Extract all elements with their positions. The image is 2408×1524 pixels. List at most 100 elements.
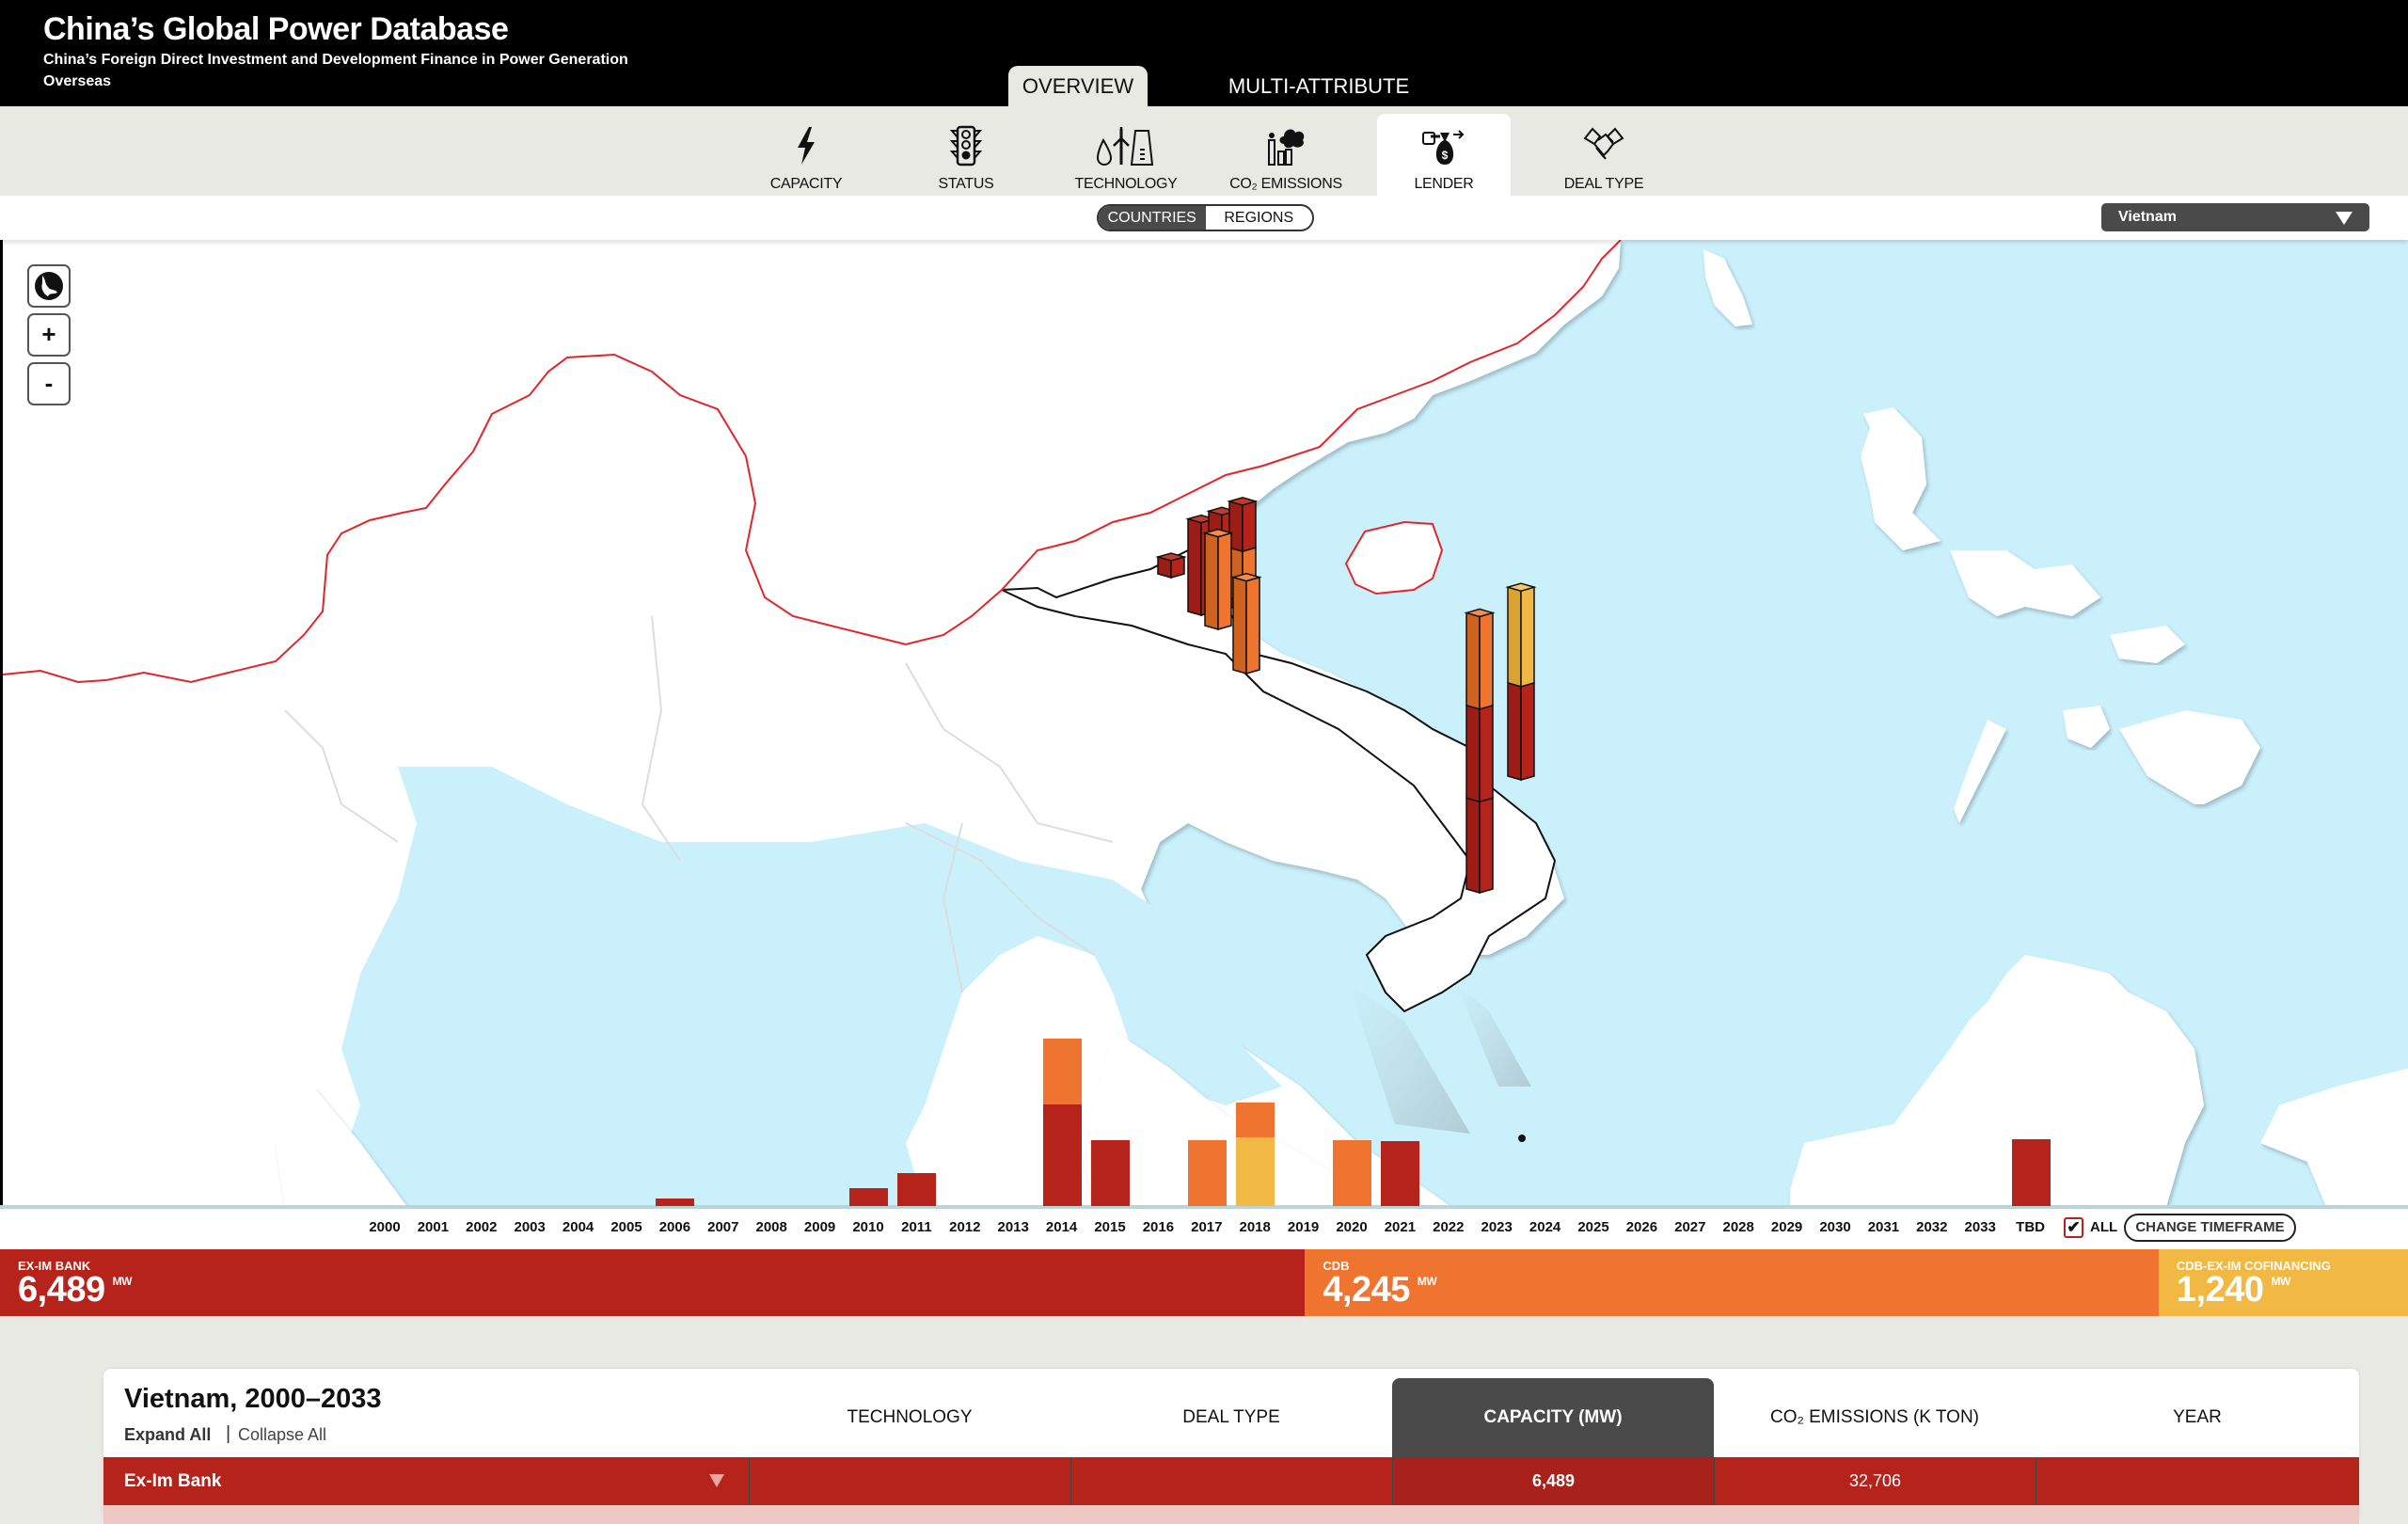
column-header-co2-emissions[interactable]: CO₂ EMISSIONS (K TON): [1714, 1378, 2036, 1457]
year-label-2025[interactable]: 2025: [1569, 1219, 1618, 1235]
lender-totals: EX-IM BANK 6,489 MW CDB 4,245 MW CDB-EX-IM COF…: [0, 1249, 2408, 1316]
map-bar-segment: [1507, 681, 1522, 781]
all-years-checkbox[interactable]: ✔: [2064, 1217, 2083, 1238]
category-deal-type[interactable]: DEAL TYPE: [1537, 114, 1671, 196]
year-label-2028[interactable]: 2028: [1714, 1219, 1763, 1235]
toggle-countries[interactable]: COUNTRIES: [1099, 206, 1206, 230]
category-label: DEAL TYPE: [1563, 176, 1644, 192]
map-bar-segment: [1245, 576, 1260, 675]
column-header-year[interactable]: YEAR: [2036, 1378, 2359, 1457]
year-label-2007[interactable]: 2007: [699, 1219, 748, 1235]
year-label-2008[interactable]: 2008: [747, 1219, 796, 1235]
category-technology[interactable]: TECHNOLOGY: [1059, 114, 1193, 196]
map-bar-segment: [1507, 586, 1522, 688]
year-label-2020[interactable]: 2020: [1327, 1219, 1376, 1235]
collapse-all-link[interactable]: Collapse All: [238, 1425, 326, 1445]
unit-label: MW: [2271, 1275, 2290, 1288]
map-bar-segment: [1479, 611, 1494, 710]
column-header-technology[interactable]: TECHNOLOGY: [749, 1378, 1070, 1457]
lender-total-ex-im-bank[interactable]: EX-IM BANK 6,489 MW: [0, 1249, 1306, 1316]
year-label-2029[interactable]: 2029: [1763, 1219, 1812, 1235]
lender-total-cdb-ex-im-cofinancing[interactable]: CDB-EX-IM COFINANCING 1,240 MW: [2158, 1249, 2408, 1316]
table-row-placeholder: [103, 1505, 2359, 1524]
smokestack-icon: [1268, 129, 1305, 166]
tab-multi-attribute-comparison[interactable]: MULTI-ATTRIBUTE COMPARISON: [1159, 66, 1479, 139]
year-label-2026[interactable]: 2026: [1617, 1219, 1666, 1235]
expand-all-link[interactable]: Expand All: [124, 1425, 211, 1445]
category-toolbar: CAPACITY STATUS TECHNOLOGY CO₂ EMISSIONS…: [0, 106, 2408, 196]
category-lender[interactable]: $ LENDER: [1377, 114, 1511, 196]
change-timeframe-button[interactable]: CHANGE TIMEFRAME: [2124, 1214, 2296, 1242]
year-label-2016[interactable]: 2016: [1133, 1219, 1182, 1235]
year-label-2005[interactable]: 2005: [602, 1219, 651, 1235]
year-label-2014[interactable]: 2014: [1038, 1219, 1086, 1235]
map-view[interactable]: + -: [0, 240, 2408, 1207]
chevron-down-icon: [2336, 212, 2353, 225]
map-bar-segment: [1465, 797, 1481, 894]
year-label-2000[interactable]: 2000: [360, 1219, 409, 1235]
year-label-tbd[interactable]: TBD: [2006, 1219, 2055, 1235]
results-table: Vietnam, 2000–2033 Expand All | Collapse…: [103, 1369, 2359, 1524]
year-label-2030[interactable]: 2030: [1811, 1219, 1860, 1235]
year-label-2031[interactable]: 2031: [1859, 1219, 1908, 1235]
zoom-out-button[interactable]: -: [27, 362, 71, 405]
category-co2-emissions[interactable]: CO₂ EMISSIONS: [1219, 114, 1353, 196]
expand-caret-icon[interactable]: [709, 1474, 724, 1487]
map-bar-southern-tall[interactable]: [1464, 608, 1496, 894]
map-bar-southern-coast[interactable]: [1505, 582, 1537, 781]
map-bar-segment: [1204, 532, 1219, 630]
map-bar-segment: [1232, 576, 1247, 675]
year-label-2018[interactable]: 2018: [1230, 1219, 1279, 1235]
unit-label: MW: [112, 1275, 133, 1288]
year-label-2004[interactable]: 2004: [554, 1219, 603, 1235]
year-label-2022[interactable]: 2022: [1424, 1219, 1473, 1235]
year-label-2021[interactable]: 2021: [1375, 1219, 1424, 1235]
year-label-2012[interactable]: 2012: [941, 1219, 990, 1235]
category-label: CO₂ EMISSIONS: [1229, 176, 1342, 192]
lender-total-value: 1,240 MW: [2176, 1270, 2290, 1310]
cell-co2-emissions: 32,706: [1714, 1457, 2036, 1505]
year-label-2017[interactable]: 2017: [1182, 1219, 1231, 1235]
lender-total-cdb[interactable]: CDB 4,245 MW: [1305, 1249, 2159, 1316]
year-label-2032[interactable]: 2032: [1908, 1219, 1956, 1235]
category-label: LENDER: [1414, 176, 1474, 192]
column-header-capacity[interactable]: CAPACITY (MW): [1392, 1378, 1714, 1457]
map-bar-northern-cluster-4[interactable]: [1202, 528, 1234, 630]
app-subtitle: China’s Foreign Direct Investment and De…: [43, 52, 628, 89]
year-label-2015[interactable]: 2015: [1085, 1219, 1134, 1235]
year-label-2013[interactable]: 2013: [989, 1219, 1038, 1235]
reset-view-button[interactable]: [27, 264, 71, 308]
year-label-2033[interactable]: 2033: [1956, 1219, 2004, 1235]
year-label-2006[interactable]: 2006: [650, 1219, 699, 1235]
year-label-2009[interactable]: 2009: [796, 1219, 845, 1235]
year-label-2001[interactable]: 2001: [408, 1219, 457, 1235]
category-label: CAPACITY: [769, 176, 843, 192]
country-select[interactable]: Vietnam: [2101, 203, 2369, 231]
category-label: STATUS: [938, 176, 994, 192]
map-bar-northern-small[interactable]: [1155, 552, 1187, 579]
year-label-2024[interactable]: 2024: [1521, 1219, 1570, 1235]
year-label-2019[interactable]: 2019: [1279, 1219, 1328, 1235]
category-label: TECHNOLOGY: [1074, 176, 1178, 192]
map-bar-north-central[interactable]: [1230, 572, 1262, 675]
year-label-2023[interactable]: 2023: [1472, 1219, 1521, 1235]
country-select-value: Vietnam: [2118, 209, 2177, 225]
year-label-2003[interactable]: 2003: [505, 1219, 554, 1235]
map-bar-segment: [1520, 586, 1535, 688]
year-label-2011[interactable]: 2011: [892, 1219, 941, 1235]
toggle-regions[interactable]: REGIONS: [1206, 206, 1313, 230]
column-header-deal-type[interactable]: DEAL TYPE: [1070, 1378, 1392, 1457]
view-options-bar: COUNTRIES REGIONS Vietnam: [0, 196, 2408, 240]
zoom-in-button[interactable]: +: [27, 313, 71, 357]
handshake-icon: [1583, 127, 1624, 160]
category-capacity[interactable]: CAPACITY: [739, 114, 873, 196]
table-row[interactable]: Ex-Im Bank 6,489 32,706: [103, 1457, 2359, 1505]
year-label-2010[interactable]: 2010: [844, 1219, 893, 1235]
map-bar-segment: [1465, 704, 1481, 803]
map-bar-segment: [1217, 532, 1232, 630]
category-status[interactable]: STATUS: [899, 114, 1033, 196]
tab-overview[interactable]: OVERVIEW: [1008, 66, 1148, 106]
year-label-2002[interactable]: 2002: [457, 1219, 506, 1235]
map-bar-segment: [1520, 681, 1535, 781]
year-label-2027[interactable]: 2027: [1666, 1219, 1715, 1235]
